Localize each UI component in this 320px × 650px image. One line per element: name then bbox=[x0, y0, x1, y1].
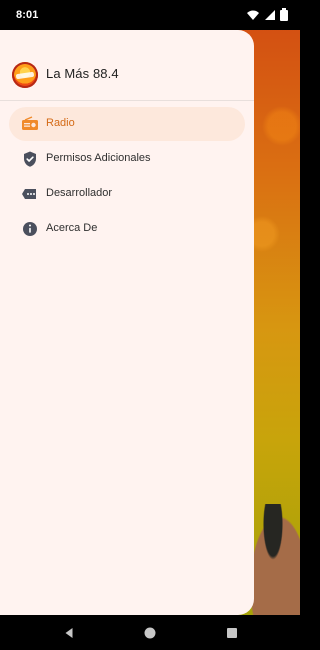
radio-icon bbox=[22, 116, 38, 130]
drawer-item-label: Desarrollador bbox=[46, 187, 113, 199]
status-bar: 8:01 bbox=[0, 0, 300, 30]
system-navigation-bar bbox=[0, 615, 300, 650]
battery-icon bbox=[280, 8, 288, 21]
status-time: 8:01 bbox=[16, 9, 39, 21]
drawer-item-radio[interactable]: Radio bbox=[9, 107, 245, 141]
drawer-item-permisos-adicionales[interactable]: Permisos Adicionales bbox=[9, 142, 245, 176]
info-icon bbox=[23, 222, 37, 236]
shield-check-icon bbox=[24, 151, 36, 167]
navigation-drawer: La Más 88.4 Radio Permisos Adicionales D… bbox=[0, 30, 254, 615]
status-icons bbox=[246, 8, 288, 21]
drawer-item-label: Radio bbox=[46, 117, 75, 129]
drawer-item-label: Permisos Adicionales bbox=[46, 152, 151, 164]
home-button[interactable] bbox=[142, 625, 158, 641]
drawer-item-acerca-de[interactable]: Acerca De bbox=[9, 212, 245, 246]
app-title: La Más 88.4 bbox=[46, 66, 119, 81]
drawer-item-desarrollador[interactable]: Desarrollador bbox=[9, 177, 245, 211]
developer-icon bbox=[22, 189, 36, 199]
app-logo bbox=[12, 62, 38, 88]
drawer-item-label: Acerca De bbox=[46, 222, 98, 234]
signal-icon bbox=[265, 9, 275, 20]
drawer-header: La Más 88.4 bbox=[0, 30, 254, 101]
back-button[interactable] bbox=[61, 625, 77, 641]
recents-button[interactable] bbox=[224, 625, 240, 641]
wifi-icon bbox=[247, 9, 259, 20]
